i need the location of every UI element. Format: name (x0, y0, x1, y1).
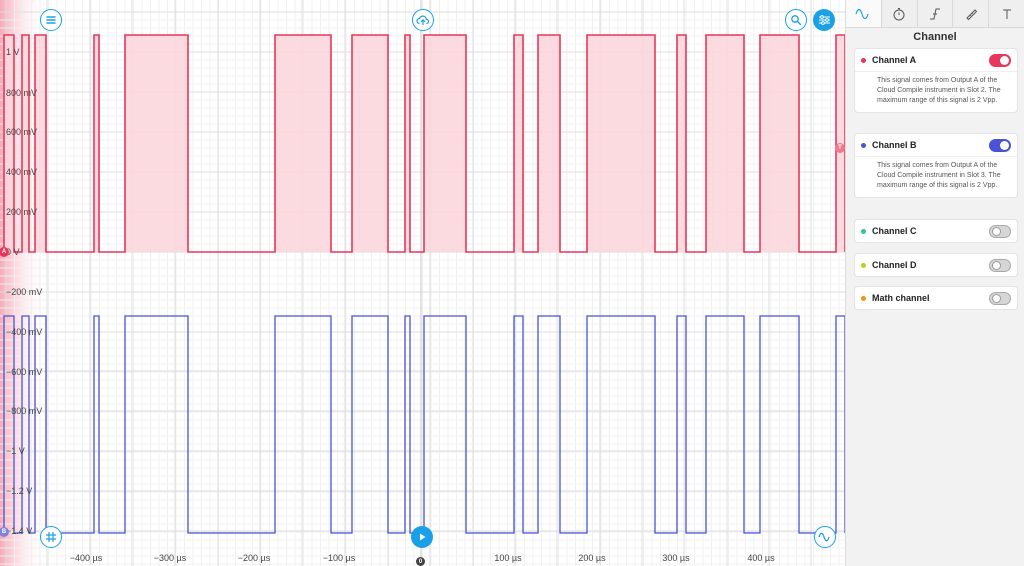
sidebar-title: Channel (913, 31, 957, 43)
channel-a-fill (706, 35, 744, 252)
channel-b-description: This signal comes from Output A of the C… (855, 156, 1017, 197)
math-channel-toggle[interactable] (989, 291, 1011, 305)
channel-a-description: This signal comes from Output A of the C… (855, 71, 1017, 112)
channel-b-y-tick: −800 mV (6, 406, 42, 416)
channel-c-card: Channel C (854, 219, 1018, 243)
run-button[interactable] (411, 526, 433, 548)
cursor-icon (1002, 9, 1011, 19)
channel-b-y-tick: −1 V (6, 446, 25, 456)
trigger-level-marker[interactable]: T (835, 143, 845, 153)
settings-sidebar: Channel Channel A This signal comes from… (845, 0, 1024, 566)
channel-d-toggle[interactable] (989, 258, 1011, 272)
trigger-edge-icon (929, 8, 940, 19)
oscilloscope-plot[interactable]: 1 V 800 mV 600 mV 400 mV 200 mV 0 V −200 mV −40… (0, 0, 845, 566)
grid-button[interactable] (40, 526, 62, 548)
menu-button[interactable] (40, 9, 62, 31)
trigger-tab[interactable] (918, 0, 954, 27)
menu-icon (46, 16, 56, 24)
x-axis-tick: −300 µs (154, 553, 187, 563)
channel-a-fill (125, 35, 188, 252)
channel-a-color-dot (861, 57, 866, 63)
channel-d-color-dot (861, 262, 866, 268)
channel-b-label: Channel B (872, 140, 917, 150)
channel-d-card: Channel D (854, 253, 1018, 277)
channel-a-card: Channel A This signal comes from Output … (854, 48, 1018, 113)
ruler-icon (966, 8, 977, 20)
channel-b-y-tick: −200 mV (6, 287, 42, 297)
channel-a-fill (538, 35, 560, 252)
cloud-upload-button[interactable] (412, 9, 434, 31)
channel-tab[interactable] (846, 0, 882, 27)
channel-b-card: Channel B This signal comes from Output … (854, 133, 1018, 198)
search-button[interactable] (785, 9, 807, 31)
cursor-tab[interactable] (989, 0, 1024, 27)
x-axis-tick: −100 µs (323, 553, 356, 563)
channel-a-y-tick: 200 mV (6, 207, 37, 217)
channel-a-y-tick: 400 mV (6, 167, 37, 177)
cloud-upload-icon (416, 15, 430, 25)
x-axis-tick: −200 µs (238, 553, 271, 563)
channel-b-color-dot (861, 142, 866, 148)
channel-a-y-tick: 600 mV (6, 127, 37, 137)
channel-a-fill (4, 35, 14, 252)
channel-a-fill (760, 35, 799, 252)
stopwatch-icon (893, 7, 905, 20)
channel-b-y-tick: −400 mV (6, 327, 42, 337)
measure-tab[interactable] (953, 0, 990, 27)
math-channel-card: Math channel (854, 286, 1018, 310)
channel-c-color-dot (861, 228, 866, 234)
channel-a-y-tick: 1 V (6, 47, 20, 57)
sidebar-tabs (846, 0, 1024, 28)
channel-a-fill (352, 35, 388, 252)
waveform-canvas[interactable]: 1 V800 mV600 mV400 mV200 mV0 V−200 mV−40… (0, 0, 845, 566)
play-icon (420, 533, 426, 541)
channel-b-y-tick: −600 mV (6, 367, 42, 377)
grid-icon (46, 532, 56, 542)
channel-b-y-tick: −1.2 V (6, 486, 32, 496)
search-icon (791, 15, 802, 26)
channel-a-fill (587, 35, 655, 252)
x-axis-tick: 300 µs (662, 553, 690, 563)
waveform-button[interactable] (814, 526, 836, 548)
channel-a-fill (677, 35, 686, 252)
x-axis-tick: 100 µs (494, 553, 522, 563)
channel-c-label: Channel C (872, 226, 917, 236)
time-zero-marker[interactable]: 0 (416, 557, 425, 566)
channel-a-fill (22, 35, 29, 252)
math-channel-color-dot (861, 295, 866, 301)
x-axis-tick: 200 µs (578, 553, 606, 563)
sine-wave-icon (818, 532, 830, 542)
channel-c-toggle[interactable] (989, 224, 1011, 238)
sliders-icon (818, 15, 830, 25)
channel-b-toggle[interactable] (989, 138, 1011, 152)
x-axis-tick: 400 µs (747, 553, 775, 563)
channel-a-fill (35, 35, 46, 252)
channel-a-label: Channel A (872, 55, 917, 65)
settings-button[interactable] (813, 9, 835, 31)
channel-a-toggle[interactable] (989, 53, 1011, 67)
channel-a-fill (424, 35, 466, 252)
channel-a-fill (514, 35, 523, 252)
sine-wave-icon (855, 8, 869, 19)
channel-a-y-tick: 800 mV (6, 88, 37, 98)
channel-d-label: Channel D (872, 260, 917, 270)
channel-b-y-tick: −1.4 V (6, 526, 32, 536)
x-axis-tick: −400 µs (70, 553, 103, 563)
math-channel-label: Math channel (872, 293, 930, 303)
timebase-tab[interactable] (882, 0, 918, 27)
channel-a-fill (275, 35, 331, 252)
